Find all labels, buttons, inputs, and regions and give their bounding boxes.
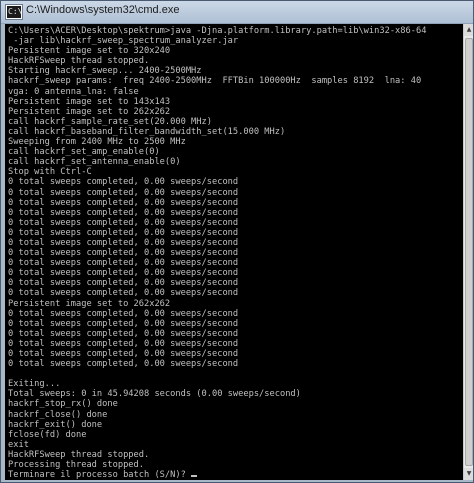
console-line: 0 total sweeps completed, 0.00 sweeps/se… [8, 288, 239, 299]
console-line: 0 total sweeps completed, 0.00 sweeps/se… [8, 197, 239, 208]
console-line: hackrf_stop_rx() done [8, 399, 118, 410]
console-line: Persistent image set to 320x240 [8, 46, 171, 57]
console-line: 0 total sweeps completed, 0.00 sweeps/se… [8, 338, 239, 349]
console-line: 0 total sweeps completed, 0.00 sweeps/se… [8, 349, 239, 359]
console-line: exit [8, 439, 29, 450]
cmd-icon[interactable]: C:\ [6, 5, 22, 19]
console-line: Persistent image set to 143x143 [8, 96, 171, 107]
console-line: call hackrf_sample_rate_set(20.000 MHz) [8, 116, 212, 127]
console-line: 0 total sweeps completed, 0.00 sweeps/se… [8, 318, 239, 329]
console-line: hackrf_exit() done [8, 419, 103, 430]
console-line: HackRFSweep thread stopped. [8, 56, 150, 67]
cmd-window: C:\ C:\Windows\system32\cmd.exe C:\Users… [0, 0, 474, 483]
console-line: call hackrf_baseband_filter_bandwidth_se… [8, 126, 286, 137]
console-line: hackrf_sweep params: freq 2400-2500MHz F… [8, 76, 422, 87]
console-output[interactable]: C:\Users\ACER\Desktop\spektrum>java -Djn… [5, 24, 463, 480]
vertical-scrollbar[interactable]: ▲ ▼ [463, 24, 473, 480]
console-line: 0 total sweeps completed, 0.00 sweeps/se… [8, 308, 239, 319]
scroll-up-arrow-icon[interactable]: ▲ [464, 24, 473, 36]
console-line: 0 total sweeps completed, 0.00 sweeps/se… [8, 207, 239, 218]
console-line: 0 total sweeps completed, 0.00 sweeps/se… [8, 359, 239, 370]
console-line: HackRFSweep thread stopped. [8, 449, 150, 460]
console-line: 0 total sweeps completed, 0.00 sweeps/se… [8, 278, 239, 289]
console-line: 0 total sweeps completed, 0.00 sweeps/se… [8, 177, 239, 188]
console-line: -jar lib\hackrf_sweep_spectrum_analyzer.… [8, 36, 239, 47]
console-line: Exiting... [8, 379, 61, 390]
console-line: 0 total sweeps completed, 0.00 sweeps/se… [8, 268, 239, 279]
console-line: call hackrf_set_antenna_enable(0) [8, 157, 181, 168]
console-line: hackrf_close() done [8, 409, 108, 420]
scroll-down-arrow-icon[interactable]: ▼ [464, 468, 473, 480]
console-line: Persistent image set to 262x262 [8, 106, 171, 117]
console-line: Persistent image set to 262x262 [8, 298, 171, 309]
console-line: Processing thread stopped. [8, 460, 144, 471]
console-line: 0 total sweeps completed, 0.00 sweeps/se… [8, 187, 239, 198]
console-line: 0 total sweeps completed, 0.00 sweeps/se… [8, 328, 239, 339]
console-line: vga: 0 antenna_lna: false [8, 86, 139, 97]
console-text: C:\Users\ACER\Desktop\spektrum>java -Djn… [5, 24, 463, 480]
console-line: 0 total sweeps completed, 0.00 sweeps/se… [8, 227, 239, 238]
console-line: 0 total sweeps completed, 0.00 sweeps/se… [8, 237, 239, 248]
scroll-thumb[interactable] [465, 38, 473, 466]
console-line: C:\Users\ACER\Desktop\spektrum>java -Djn… [8, 26, 427, 36]
console-line: Total sweeps: 0 in 45.94208 seconds (0.0… [8, 389, 301, 400]
console-line: fclose(fd) done [8, 429, 87, 440]
title-bar[interactable]: C:\ C:\Windows\system32\cmd.exe [1, 1, 473, 24]
console-line: 0 total sweeps completed, 0.00 sweeps/se… [8, 258, 239, 269]
console-line: Stop with Ctrl-C [8, 167, 92, 178]
console-line: call hackrf_set_amp_enable(0) [8, 147, 160, 158]
console-line: 0 total sweeps completed, 0.00 sweeps/se… [8, 248, 239, 259]
console-line: Sweeping from 2400 MHz to 2500 MHz [8, 137, 186, 148]
text-cursor [191, 475, 198, 478]
console-line: 0 total sweeps completed, 0.00 sweeps/se… [8, 217, 239, 228]
console-line: Starting hackrf_sweep... 2400-2500MHz [8, 66, 202, 77]
console-prompt: Terminare il processo batch (S/N)? [8, 470, 192, 480]
window-title: C:\Windows\system32\cmd.exe [26, 4, 180, 16]
